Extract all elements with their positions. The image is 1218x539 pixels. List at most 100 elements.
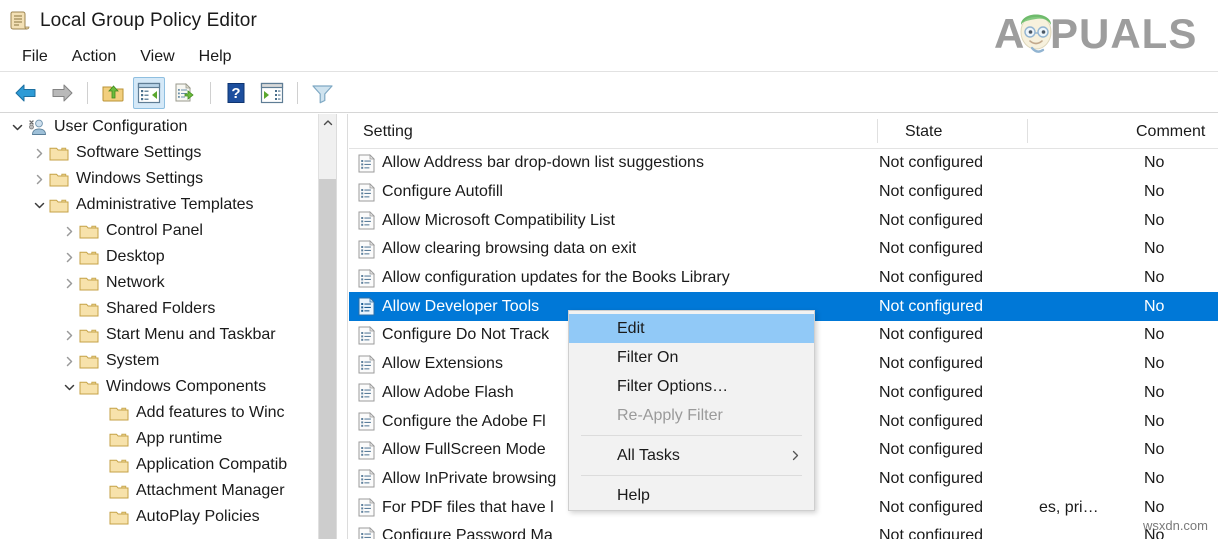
chevron-right-icon[interactable] [60, 244, 78, 270]
tree-node-administrative-templates[interactable]: Administrative Templates [0, 192, 336, 218]
chevron-down-icon[interactable] [60, 374, 78, 400]
context-menu-item-filter-on[interactable]: Filter On [569, 343, 814, 372]
folder-icon [78, 273, 100, 293]
chevron-right-icon[interactable] [60, 270, 78, 296]
tree-node-label: Add features to Winc [136, 403, 285, 423]
toolbar-separator [87, 82, 88, 104]
state-cell: Not configured [879, 178, 983, 207]
comment-cell: No [1144, 178, 1164, 207]
setting-cell: Allow Extensions [357, 350, 503, 379]
chevron-right-icon[interactable] [60, 322, 78, 348]
column-header-comment[interactable]: Comment [1136, 114, 1205, 149]
tree-vertical-scrollbar[interactable] [318, 114, 336, 539]
column-header-setting[interactable]: Setting [363, 114, 413, 149]
policy-setting-icon [357, 498, 375, 518]
table-row[interactable]: Allow Microsoft Compatibility List Not c… [349, 206, 1218, 235]
context-menu-item-re-apply-filter: Re-Apply Filter [569, 401, 814, 430]
column-divider-1[interactable] [877, 119, 878, 143]
setting-name: Allow Extensions [382, 355, 503, 373]
context-menu-item-filter-options[interactable]: Filter Options… [569, 372, 814, 401]
policy-setting-icon [357, 239, 375, 259]
tree-node-windows-components[interactable]: Windows Components [0, 374, 336, 400]
tree-node-network[interactable]: Network [0, 270, 336, 296]
local-group-policy-editor-window: Local Group Policy Editor File Action Vi… [0, 0, 1218, 539]
comment-cell: No [1144, 522, 1164, 539]
setting-name: Allow Microsoft Compatibility List [382, 212, 615, 230]
tree-node-shared-folders[interactable]: Shared Folders [0, 296, 336, 322]
tree-node-software-settings[interactable]: Software Settings [0, 140, 336, 166]
setting-name: For PDF files that have l [382, 499, 554, 517]
tree-node-user-configuration[interactable]: User Configuration [0, 114, 336, 140]
table-row[interactable]: Configure Autofill Not configured No [349, 178, 1218, 207]
folder-icon [78, 351, 100, 371]
folder-icon [78, 325, 100, 345]
comment-cell: No [1144, 465, 1164, 494]
export-list-icon[interactable] [169, 77, 201, 109]
filter-icon[interactable] [307, 77, 339, 109]
setting-name: Configure Do Not Track [382, 326, 549, 344]
menu-help[interactable]: Help [187, 46, 244, 68]
state-cell: Not configured [879, 321, 983, 350]
chevron-down-icon[interactable] [30, 192, 48, 218]
menu-file[interactable]: File [10, 46, 60, 68]
table-row[interactable]: Configure Password Ma Not configured No [349, 522, 1218, 539]
chevron-right-icon[interactable] [30, 140, 48, 166]
scroll-up-icon[interactable] [319, 114, 336, 132]
setting-cell: For PDF files that have l [357, 493, 554, 522]
table-row[interactable]: Allow clearing browsing data on exit Not… [349, 235, 1218, 264]
chevron-right-icon[interactable] [30, 166, 48, 192]
tree-node-start-menu-and-taskbar[interactable]: Start Menu and Taskbar [0, 322, 336, 348]
menu-action[interactable]: Action [60, 46, 128, 68]
column-header-state[interactable]: State [905, 114, 942, 149]
tree-node-autoplay-policies[interactable]: AutoPlay Policies [0, 504, 336, 530]
show-hide-action-pane-icon[interactable] [256, 77, 288, 109]
state-cell: Not configured [879, 379, 983, 408]
setting-cell: Allow Developer Tools [357, 292, 539, 321]
back-icon[interactable] [10, 77, 42, 109]
help-icon[interactable]: ? [220, 77, 252, 109]
tree-node-label: Shared Folders [106, 299, 215, 319]
show-hide-console-tree-icon[interactable] [133, 77, 165, 109]
user-configuration-icon [26, 117, 48, 137]
tree-node-label: Administrative Templates [76, 195, 254, 215]
table-row[interactable]: Allow Address bar drop-down list suggest… [349, 149, 1218, 178]
context-menu-item-edit[interactable]: Edit [569, 314, 814, 343]
setting-cell: Allow configuration updates for the Book… [357, 264, 730, 293]
up-one-level-icon[interactable] [97, 77, 129, 109]
state-cell: Not configured [879, 407, 983, 436]
state-cell: Not configured [879, 436, 983, 465]
tree-node-application-compatibility[interactable]: Application Compatib [0, 452, 336, 478]
chevron-down-icon[interactable] [8, 114, 26, 140]
column-divider-2[interactable] [1027, 119, 1028, 143]
tree-node-attachment-manager[interactable]: Attachment Manager [0, 478, 336, 504]
tree-node-control-panel[interactable]: Control Panel [0, 218, 336, 244]
folder-icon [108, 481, 130, 501]
forward-icon[interactable] [46, 77, 78, 109]
tree-node-label: Network [106, 273, 165, 293]
tree-node-system[interactable]: System [0, 348, 336, 374]
comment-cell: No [1144, 264, 1164, 293]
twisty-placeholder [90, 504, 108, 530]
context-menu-item-help[interactable]: Help [569, 481, 814, 510]
tree-node-windows-settings[interactable]: Windows Settings [0, 166, 336, 192]
tree-node-desktop[interactable]: Desktop [0, 244, 336, 270]
twisty-placeholder [90, 452, 108, 478]
context-menu-item-all-tasks[interactable]: All Tasks [569, 441, 814, 470]
tree-node-label: Attachment Manager [136, 481, 285, 501]
tree-node-app-runtime[interactable]: App runtime [0, 426, 336, 452]
state-cell: Not configured [879, 206, 983, 235]
comment-cell: No [1144, 493, 1164, 522]
pane-splitter[interactable] [336, 114, 348, 539]
scrollbar-thumb[interactable] [319, 179, 336, 539]
chevron-right-icon[interactable] [60, 348, 78, 374]
setting-cell: Allow Address bar drop-down list suggest… [357, 149, 704, 178]
table-row[interactable]: Allow configuration updates for the Book… [349, 264, 1218, 293]
policy-setting-icon [357, 297, 375, 317]
setting-name-tail: es, pri… [1039, 493, 1099, 522]
tree-node-add-features-to-windows[interactable]: Add features to Winc [0, 400, 336, 426]
menu-view[interactable]: View [128, 46, 186, 68]
comment-cell: No [1144, 436, 1164, 465]
tree-node-label: AutoPlay Policies [136, 507, 260, 527]
setting-name: Allow Developer Tools [382, 298, 539, 316]
chevron-right-icon[interactable] [60, 218, 78, 244]
